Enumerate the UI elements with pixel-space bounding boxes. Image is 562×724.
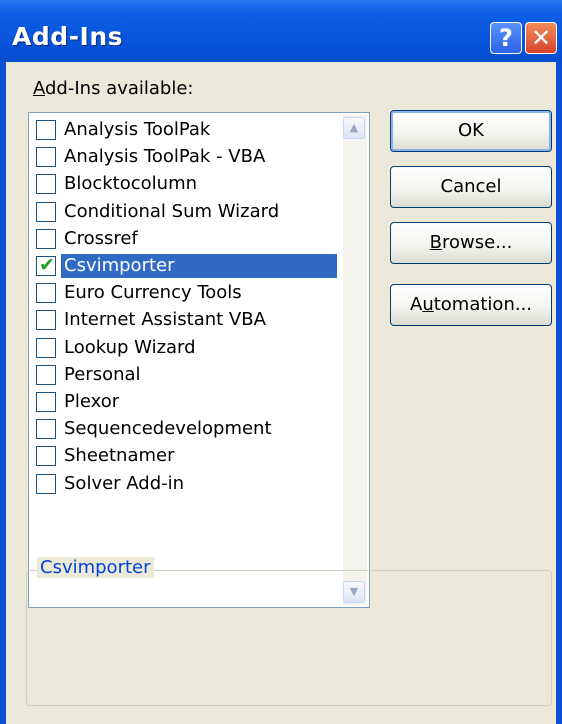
check-icon: ✔ [39, 254, 55, 276]
browse-button-label: rowse... [442, 232, 513, 253]
add-in-label: Analysis ToolPak - VBA [64, 146, 266, 168]
add-in-checkbox[interactable] [36, 364, 56, 385]
add-ins-dialog: Add-Ins ? ✕ Add-Ins available: ▲ ▼ Analy… [0, 0, 562, 724]
add-in-label: Solver Add-in [64, 472, 185, 494]
list-scrollbar[interactable]: ▲ ▼ [343, 115, 367, 605]
add-in-checkbox[interactable]: ✔ [36, 254, 56, 276]
add-in-label: Analysis ToolPak [64, 119, 211, 140]
help-button[interactable]: ? [490, 22, 522, 54]
add-ins-listbox[interactable]: ▲ ▼ Analysis ToolPak Analysis ToolPak - V… [28, 112, 370, 608]
add-in-list-item[interactable]: Blocktocolumn [33, 171, 333, 198]
add-ins-available-label: Add-Ins available: [33, 78, 193, 99]
add-in-label: Blocktocolumn [64, 173, 198, 195]
ok-button[interactable]: OK [390, 110, 552, 152]
scroll-up-arrow-icon: ▲ [349, 121, 359, 134]
add-in-label: Csvimporter [61, 254, 337, 278]
add-in-checkbox[interactable] [36, 446, 56, 467]
cancel-button-label: Cancel [440, 176, 502, 197]
add-in-list-item[interactable]: Internet Assistant VBA [33, 307, 333, 334]
ok-button-label: OK [458, 120, 484, 141]
add-in-list-item[interactable]: Euro Currency Tools [33, 280, 333, 307]
add-in-label: Conditional Sum Wizard [64, 200, 280, 222]
add-in-list-item[interactable]: Sheetnamer [33, 443, 333, 470]
window-border-right [556, 62, 562, 724]
description-title: Csvimporter [37, 557, 154, 578]
add-in-list-item[interactable]: Analysis ToolPak - VBA [33, 144, 333, 171]
add-in-label: Personal [64, 363, 141, 385]
label-text: dd-Ins available: [45, 78, 194, 99]
add-in-list-item[interactable]: ✔ Csvimporter [33, 253, 337, 280]
add-in-checkbox[interactable] [36, 337, 56, 358]
add-in-label: Internet Assistant VBA [64, 309, 266, 331]
add-in-list-item[interactable]: Crossref [33, 226, 333, 253]
add-in-label: Sheetnamer [64, 445, 175, 467]
add-in-checkbox[interactable] [36, 310, 56, 331]
scroll-up-button[interactable]: ▲ [343, 117, 365, 139]
add-in-list-item[interactable]: Sequencedevelopment [33, 416, 333, 443]
add-in-list-item[interactable]: Solver Add-in [33, 471, 333, 498]
description-groupbox: Csvimporter [26, 557, 552, 706]
add-in-checkbox[interactable] [36, 201, 56, 222]
add-in-checkbox[interactable] [36, 147, 56, 168]
add-in-label: Sequencedevelopment [64, 418, 272, 440]
add-in-label: Lookup Wizard [64, 336, 196, 358]
add-in-checkbox[interactable] [36, 120, 56, 140]
add-in-list-item[interactable]: Plexor [33, 389, 333, 416]
automation-button-label: tomation... [433, 294, 533, 315]
close-button[interactable]: ✕ [525, 22, 557, 54]
add-in-list-item[interactable]: Lookup Wizard [33, 335, 333, 362]
question-mark-icon: ? [499, 24, 513, 52]
add-in-checkbox[interactable] [36, 473, 56, 494]
window-title: Add-Ins [12, 22, 123, 51]
add-in-label: Crossref [64, 227, 138, 249]
add-in-checkbox[interactable] [36, 174, 56, 195]
browse-accesskey: B [429, 232, 442, 253]
automation-button[interactable]: Automation... [390, 284, 552, 326]
dialog-client-area: Add-Ins available: ▲ ▼ Analysis ToolPak A… [6, 62, 556, 724]
label-accesskey: A [33, 78, 45, 99]
close-icon: ✕ [530, 24, 552, 52]
add-in-label: Euro Currency Tools [64, 282, 242, 304]
description-text [37, 587, 541, 695]
add-in-list-item[interactable]: Conditional Sum Wizard [33, 199, 333, 226]
cancel-button[interactable]: Cancel [390, 166, 552, 208]
automation-accesskey: u [422, 294, 434, 315]
add-in-list-item[interactable]: Personal [33, 362, 333, 389]
browse-button[interactable]: Browse... [390, 222, 552, 264]
add-in-checkbox[interactable] [36, 419, 56, 440]
add-in-checkbox[interactable] [36, 392, 56, 412]
add-in-checkbox[interactable] [36, 283, 56, 304]
add-in-list-item[interactable]: Analysis ToolPak [33, 117, 333, 144]
automation-prefix: A [409, 294, 423, 315]
add-in-checkbox[interactable] [36, 228, 56, 249]
add-in-label: Plexor [64, 391, 120, 412]
